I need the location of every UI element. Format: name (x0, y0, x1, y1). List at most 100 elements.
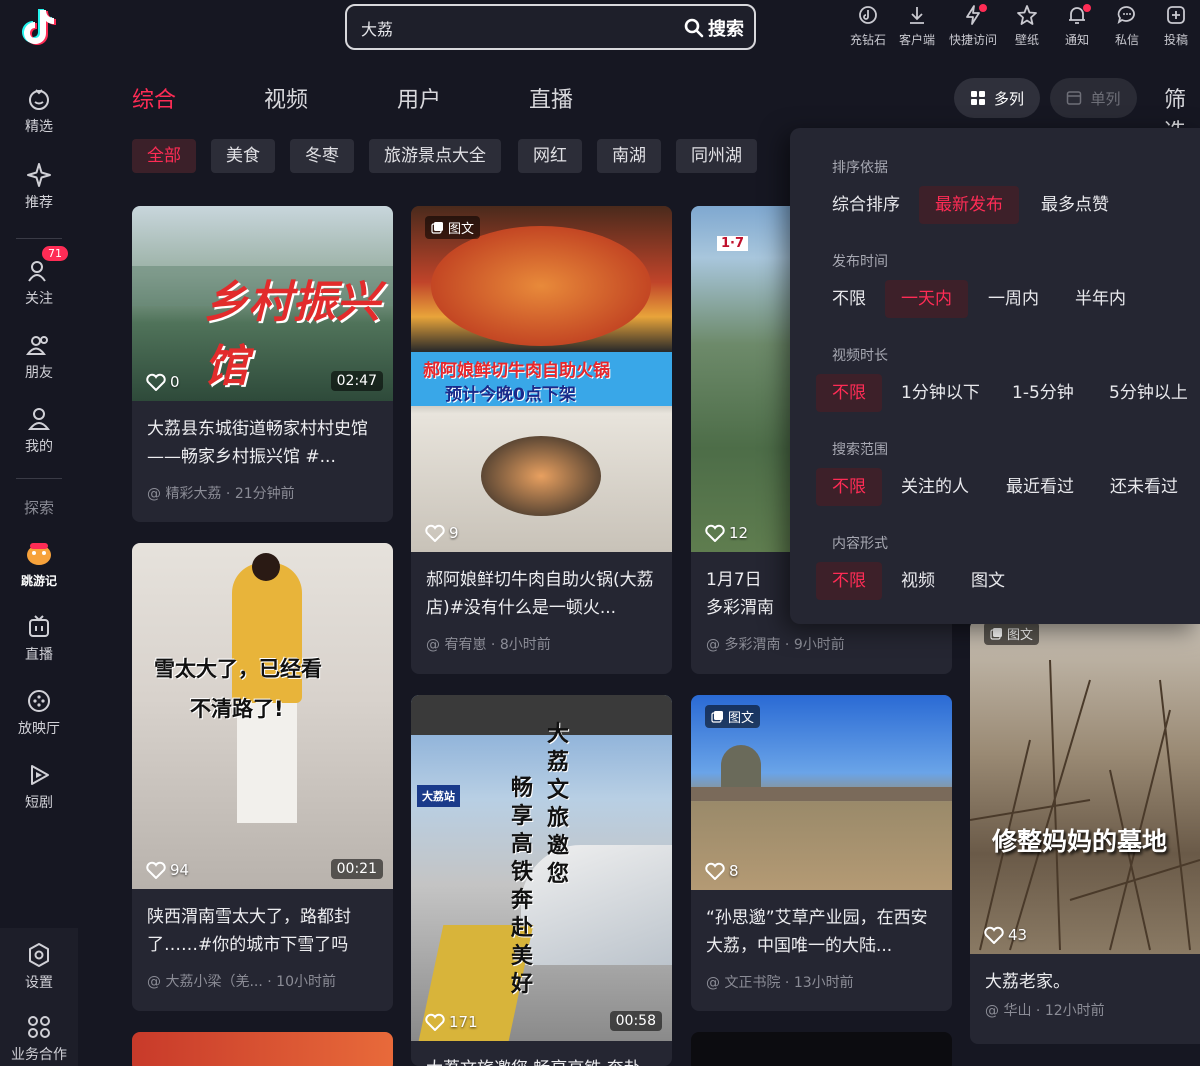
filter-option-selected[interactable]: 一天内 (885, 280, 968, 318)
multi-column-button[interactable]: 多列 (954, 78, 1040, 118)
card-meta: @ 文正书院 · 13小时前 (706, 975, 854, 991)
following-icon (28, 261, 46, 282)
nav-item-me[interactable]: 我的 (0, 406, 78, 456)
filter-option[interactable]: 5分钟以上 (1093, 374, 1200, 412)
card-author[interactable]: @ 精彩大荔 (147, 486, 221, 502)
tab-comprehensive[interactable]: 综合 (132, 82, 176, 114)
nav-item-recommend[interactable]: 推荐 (0, 162, 78, 212)
post-thumbnail[interactable]: 图文 8 (691, 695, 952, 890)
card-title[interactable]: “孙思邈”艾草产业园，在西安大荔，中国唯一的大陆... (691, 890, 952, 962)
card-author[interactable]: @ 华山 (985, 1003, 1031, 1019)
video-card-peek[interactable] (132, 1032, 393, 1066)
nav-label: 朋友 (25, 365, 53, 381)
search-input[interactable] (361, 16, 661, 40)
filter-option[interactable]: 1-5分钟 (996, 374, 1090, 412)
card-author[interactable]: @ 多彩渭南 (706, 637, 780, 653)
filter-option[interactable]: 1分钟以下 (885, 374, 996, 412)
card-title[interactable]: 陕西渭南雪太大了，路都封了……#你的城市下雪了吗 (132, 889, 393, 961)
nav-item-shortdrama[interactable]: 短剧 (0, 762, 78, 812)
card-time: 13小时前 (793, 975, 854, 991)
top-action-messages[interactable]: 私信 (1101, 4, 1153, 48)
top-action-upload[interactable]: 投稿 (1150, 4, 1200, 48)
chip-south-lake[interactable]: 南湖 (597, 139, 661, 173)
image-post-card[interactable]: 郝阿娘鲜切牛肉自助火锅 预计今晚0点下架 图文 9 郝阿娘鲜切牛肉自助火锅(大荔… (411, 206, 672, 674)
card-author[interactable]: @ 文正书院 (706, 975, 780, 991)
nav-item-promo[interactable]: 跳游记 (0, 540, 78, 589)
chip-influencer[interactable]: 网红 (518, 139, 582, 173)
card-meta: @ 华山 · 12小时前 (985, 1003, 1105, 1019)
top-action-client[interactable]: 客户端 (891, 4, 943, 48)
video-thumbnail[interactable]: 乡村振兴馆 0 02:47 (132, 206, 393, 401)
nav-item-following[interactable]: 71 关注 (0, 246, 78, 308)
video-card[interactable]: 雪太大了，已经看 不清路了! 94 00:21 陕西渭南雪太大了，路都封了……#… (132, 543, 393, 1011)
filter-option-selected[interactable]: 不限 (816, 374, 882, 412)
card-time: 9小时前 (793, 637, 845, 653)
like-count: 171 (425, 1013, 478, 1031)
like-count: 0 (146, 373, 180, 391)
nav-item-settings[interactable]: 设置 (0, 942, 78, 992)
card-title[interactable]: 大荔县东城街道畅家村村史馆——畅家乡村振兴馆 #... (132, 401, 393, 473)
filter-option[interactable]: 半年内 (1059, 280, 1142, 318)
chip-tourist-spots[interactable]: 旅游景点大全 (369, 139, 501, 173)
card-time: 10小时前 (276, 974, 336, 990)
video-card[interactable]: 乡村振兴馆 0 02:47 大荔县东城街道畅家村村史馆——畅家乡村振兴馆 #..… (132, 206, 393, 522)
notification-dot (979, 4, 987, 12)
filter-option-selected[interactable]: 不限 (816, 562, 882, 600)
video-thumbnail[interactable]: 雪太大了，已经看 不清路了! 94 00:21 (132, 543, 393, 889)
filter-option[interactable]: 关注的人 (885, 468, 985, 506)
grid-icon (970, 91, 985, 105)
filter-option[interactable]: 一周内 (972, 280, 1055, 318)
top-action-quick-access[interactable]: 快捷访问 (947, 4, 999, 48)
douyin-logo-icon[interactable] (18, 6, 60, 48)
filter-option-selected[interactable]: 最新发布 (919, 186, 1019, 224)
top-action-wallpaper[interactable]: 壁纸 (1001, 4, 1053, 48)
chip-tongzhou-lake[interactable]: 同州湖 (676, 139, 757, 173)
nav-item-theater[interactable]: 放映厅 (0, 688, 78, 738)
card-author[interactable]: @ 宥宥崽 (426, 637, 486, 653)
nav-label: 关注 (25, 291, 53, 307)
top-action-notifications[interactable]: 通知 (1051, 4, 1103, 48)
chip-all[interactable]: 全部 (132, 139, 196, 173)
top-action-diamond[interactable]: 充钻石 (842, 4, 894, 48)
video-card[interactable]: 大荔站 大荔文旅邀您 畅享高铁奔赴美好 171 00:58 大荔文旅邀您 畅享高… (411, 695, 672, 1066)
nav-item-featured[interactable]: 精选 (0, 86, 78, 136)
filter-option[interactable]: 不限 (816, 280, 882, 318)
nav-item-business[interactable]: 业务合作 (0, 1014, 78, 1064)
tab-users[interactable]: 用户 (397, 82, 441, 114)
badge-label: 图文 (1007, 628, 1034, 643)
filter-option[interactable]: 综合排序 (816, 186, 916, 224)
thumbnail-overlay-text: 大荔文旅邀您 (547, 722, 570, 887)
video-thumbnail[interactable]: 大荔站 大荔文旅邀您 畅享高铁奔赴美好 171 00:58 (411, 695, 672, 1041)
video-card-peek[interactable] (691, 1032, 952, 1066)
filter-option-selected[interactable]: 不限 (816, 468, 882, 506)
filter-option[interactable]: 还未看过 (1094, 468, 1194, 506)
filter-option[interactable]: 视频 (885, 562, 951, 600)
card-title[interactable]: 1月7日多彩渭南新闻#渭 (691, 552, 791, 624)
image-post-card[interactable]: 图文 8 “孙思邈”艾草产业园，在西安大荔，中国唯一的大陆... @ 文正书院 … (691, 695, 952, 1011)
card-title[interactable]: 郝阿娘鲜切牛肉自助火锅(大荔店)#没有什么是一顿火... (411, 552, 672, 624)
nav-item-live[interactable]: 直播 (0, 614, 78, 664)
nav-item-friends[interactable]: 朋友 (0, 332, 78, 382)
post-thumbnail[interactable]: 修整妈妈的墓地 图文 43 (970, 620, 1200, 954)
tab-videos[interactable]: 视频 (264, 82, 308, 114)
tab-live[interactable]: 直播 (529, 82, 573, 114)
card-author[interactable]: @ 大荔小梁（羌... (147, 974, 263, 990)
filter-option[interactable]: 图文 (955, 562, 1021, 600)
nav-label: 放映厅 (18, 721, 60, 737)
filter-option[interactable]: 最近看过 (990, 468, 1090, 506)
image-post-card[interactable]: 修整妈妈的墓地 图文 43 大荔老家。 @ 华山 · 12小时前 (970, 620, 1200, 1044)
card-title[interactable]: 大荔老家。 (970, 954, 1200, 990)
divider (16, 478, 62, 479)
card-meta: @ 大荔小梁（羌... · 10小时前 (147, 974, 336, 990)
search-button[interactable]: 搜索 (684, 15, 744, 41)
chip-jujube[interactable]: 冬枣 (290, 139, 354, 173)
friends-icon (26, 336, 48, 355)
filter-option[interactable]: 最多点赞 (1025, 186, 1125, 224)
single-column-label: 单列 (1090, 89, 1121, 108)
post-thumbnail[interactable]: 郝阿娘鲜切牛肉自助火锅 预计今晚0点下架 图文 9 (411, 206, 672, 552)
notification-dot (1083, 4, 1091, 12)
single-column-button[interactable]: 单列 (1050, 78, 1137, 118)
card-title[interactable]: 大荔文旅邀您 畅享高铁 奔赴美好 (411, 1041, 672, 1066)
chip-food[interactable]: 美食 (211, 139, 275, 173)
tv-icon (29, 615, 49, 637)
